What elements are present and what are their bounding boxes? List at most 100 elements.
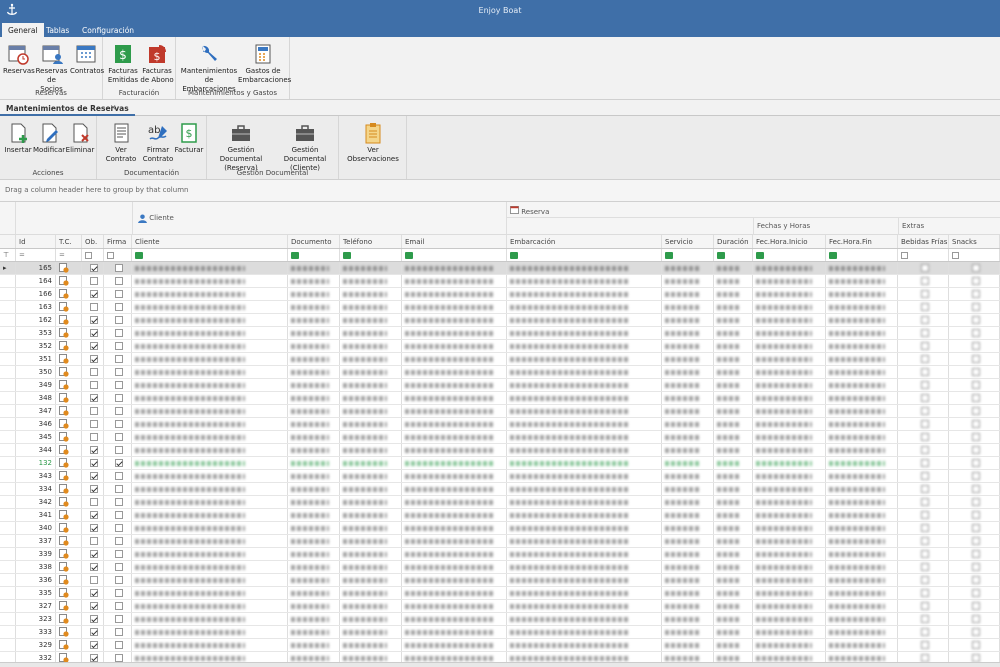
table-row[interactable]: 351 — [0, 353, 1000, 366]
firma-checkbox[interactable] — [104, 613, 132, 625]
column-header[interactable]: Duración — [714, 235, 753, 248]
firma-checkbox[interactable] — [104, 639, 132, 651]
tab-mantenimientos-reservas[interactable]: Mantenimientos de Reservas ✕ — [0, 100, 135, 116]
firma-checkbox[interactable] — [104, 561, 132, 573]
ob-checkbox[interactable] — [82, 301, 104, 313]
column-header[interactable]: Firma — [104, 235, 132, 248]
filter-equals[interactable]: = — [56, 249, 82, 261]
firma-checkbox[interactable] — [104, 496, 132, 508]
ob-checkbox[interactable] — [82, 392, 104, 404]
ob-checkbox[interactable] — [82, 626, 104, 638]
ob-checkbox[interactable] — [82, 496, 104, 508]
filter-cell[interactable] — [753, 249, 826, 261]
firma-checkbox[interactable] — [104, 587, 132, 599]
table-row[interactable]: 164 — [0, 275, 1000, 288]
table-row[interactable]: 347 — [0, 405, 1000, 418]
firma-checkbox[interactable] — [104, 353, 132, 365]
firma-checkbox[interactable] — [104, 366, 132, 378]
firma-checkbox[interactable] — [104, 522, 132, 534]
close-tab-icon[interactable]: ✕ — [110, 103, 116, 112]
table-row[interactable]: 353 — [0, 327, 1000, 340]
table-row[interactable]: 334 — [0, 483, 1000, 496]
gestion-cliente-button[interactable]: Gestión Documental (Cliente) — [273, 122, 337, 173]
firma-checkbox[interactable] — [104, 431, 132, 443]
firma-checkbox[interactable] — [104, 548, 132, 560]
ob-checkbox[interactable] — [82, 535, 104, 547]
eliminar-button[interactable]: Eliminar — [65, 122, 95, 155]
ob-checkbox[interactable] — [82, 574, 104, 586]
table-row[interactable]: 337 — [0, 535, 1000, 548]
table-row[interactable]: ▸ 165 — [0, 262, 1000, 275]
table-row[interactable]: 340 — [0, 522, 1000, 535]
firma-checkbox[interactable] — [104, 379, 132, 391]
firma-checkbox[interactable] — [104, 457, 132, 469]
ob-checkbox[interactable] — [82, 600, 104, 612]
modificar-button[interactable]: Modificar — [33, 122, 65, 155]
column-header[interactable]: Email — [402, 235, 507, 248]
ob-checkbox[interactable] — [82, 639, 104, 651]
firma-checkbox[interactable] — [104, 275, 132, 287]
column-header[interactable]: Cliente — [132, 235, 288, 248]
table-row[interactable]: 333 — [0, 626, 1000, 639]
firmar-contrato-button[interactable]: ab Firmar Contrato — [142, 122, 174, 164]
filter-equals[interactable]: = — [16, 249, 56, 261]
firma-checkbox[interactable] — [104, 470, 132, 482]
mantenimientos-button[interactable]: Mantenimientos de Embarcaciones — [180, 43, 238, 94]
ob-checkbox[interactable] — [82, 340, 104, 352]
filter-icon[interactable]: ⊤ — [0, 249, 16, 261]
firma-checkbox[interactable] — [104, 444, 132, 456]
ob-checkbox[interactable] — [82, 275, 104, 287]
table-row[interactable]: 342 — [0, 496, 1000, 509]
ob-checkbox[interactable] — [82, 314, 104, 326]
firma-checkbox[interactable] — [104, 392, 132, 404]
table-row[interactable]: 350 — [0, 366, 1000, 379]
table-row[interactable]: 163 — [0, 301, 1000, 314]
column-header[interactable]: Id — [16, 235, 56, 248]
ver-contrato-button[interactable]: Ver Contrato — [100, 122, 142, 164]
column-header[interactable]: Snacks — [949, 235, 1000, 248]
firma-checkbox[interactable] — [104, 405, 132, 417]
ob-checkbox[interactable] — [82, 483, 104, 495]
ob-checkbox[interactable] — [82, 262, 104, 274]
firma-checkbox[interactable] — [104, 418, 132, 430]
table-row[interactable]: 335 — [0, 587, 1000, 600]
table-row[interactable]: 166 — [0, 288, 1000, 301]
column-header[interactable]: Teléfono — [340, 235, 402, 248]
firma-checkbox[interactable] — [104, 626, 132, 638]
column-header[interactable]: Servicio — [662, 235, 714, 248]
firma-checkbox[interactable] — [104, 262, 132, 274]
insertar-button[interactable]: Insertar — [3, 122, 33, 155]
firma-checkbox[interactable] — [104, 288, 132, 300]
table-row[interactable]: 348 — [0, 392, 1000, 405]
firma-checkbox[interactable] — [104, 535, 132, 547]
column-header[interactable]: T.C. — [56, 235, 82, 248]
table-row[interactable]: 341 — [0, 509, 1000, 522]
firma-checkbox[interactable] — [104, 340, 132, 352]
column-header[interactable]: Ob. — [82, 235, 104, 248]
ob-checkbox[interactable] — [82, 405, 104, 417]
firma-checkbox[interactable] — [104, 509, 132, 521]
firma-checkbox[interactable] — [104, 301, 132, 313]
reservas-socios-button[interactable]: Reservas de Socios — [35, 43, 68, 94]
ob-checkbox[interactable] — [82, 327, 104, 339]
firma-checkbox[interactable] — [104, 327, 132, 339]
table-row[interactable]: 132 — [0, 457, 1000, 470]
ob-checkbox[interactable] — [82, 418, 104, 430]
ob-checkbox[interactable] — [82, 353, 104, 365]
gestion-reserva-button[interactable]: Gestión Documental (Reserva) — [209, 122, 273, 173]
firma-checkbox[interactable] — [104, 483, 132, 495]
firma-checkbox[interactable] — [104, 600, 132, 612]
column-header[interactable]: Documento — [288, 235, 340, 248]
tab-tablas[interactable]: Tablas — [40, 23, 75, 37]
ob-checkbox[interactable] — [82, 379, 104, 391]
tab-general[interactable]: General — [2, 23, 44, 37]
filter-cell[interactable] — [340, 249, 402, 261]
column-header[interactable]: Embarcación — [507, 235, 662, 248]
table-row[interactable]: 343 — [0, 470, 1000, 483]
table-row[interactable]: 344 — [0, 444, 1000, 457]
filter-checkbox[interactable] — [82, 249, 104, 261]
reservas-button[interactable]: Reservas — [3, 43, 35, 76]
table-row[interactable]: 336 — [0, 574, 1000, 587]
ob-checkbox[interactable] — [82, 587, 104, 599]
table-row[interactable]: 352 — [0, 340, 1000, 353]
